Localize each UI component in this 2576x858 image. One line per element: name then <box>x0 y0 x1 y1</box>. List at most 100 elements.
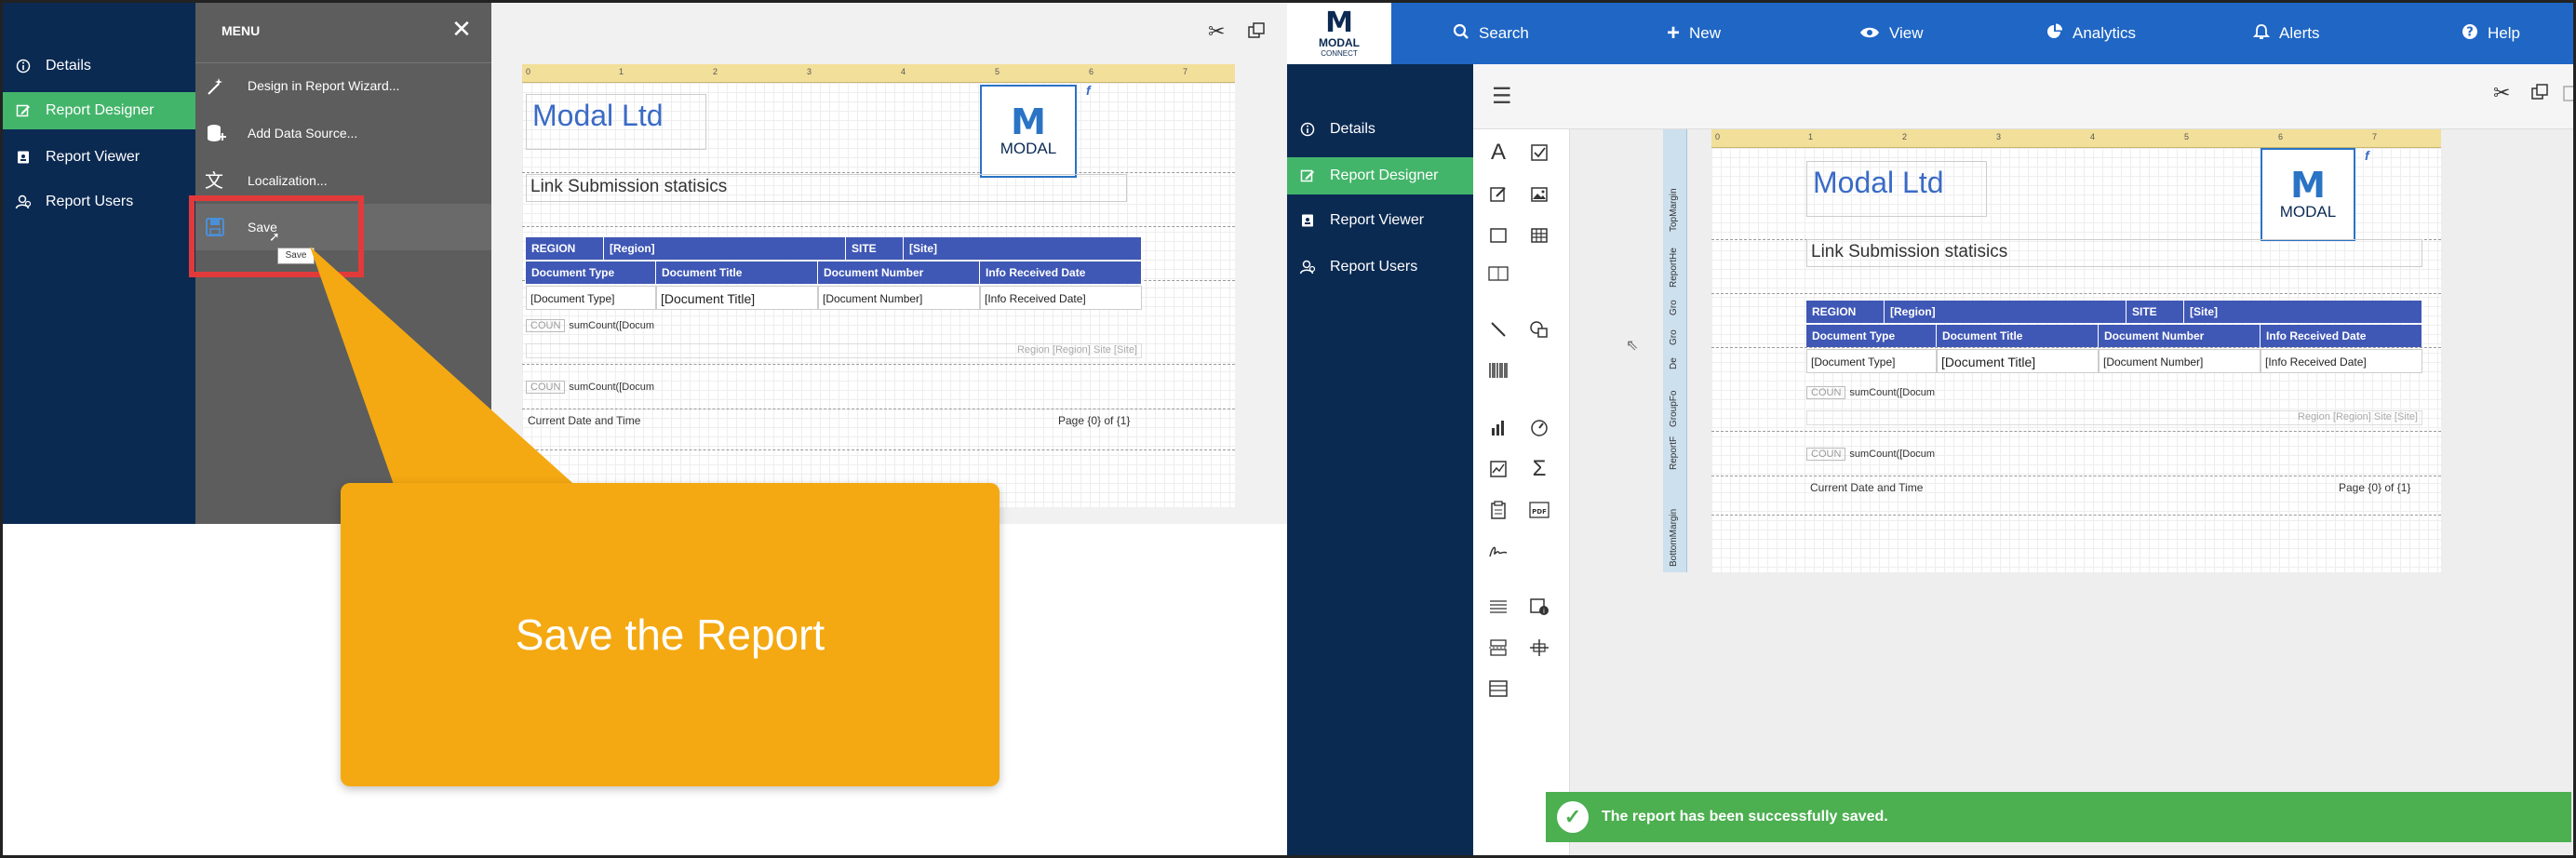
report-icon <box>14 148 33 167</box>
pdf-tool-icon[interactable]: PDF <box>1525 496 1553 524</box>
column-header-row[interactable]: Document Type Document Title Document Nu… <box>526 261 1142 284</box>
report-logo[interactable]: M MODAL <box>2261 148 2355 241</box>
panel-tool-icon[interactable] <box>1484 221 1512 249</box>
edit-icon <box>14 101 33 120</box>
cross-band-box-tool-icon[interactable] <box>1484 675 1512 703</box>
screenshot-root: Details Report Designer Report Viewer Re… <box>0 0 2576 858</box>
report-logo[interactable]: M MODAL <box>980 85 1077 178</box>
nav-alerts[interactable]: Alerts <box>2252 3 2320 64</box>
menu-item-add-data-source[interactable]: Add Data Source... <box>195 110 491 156</box>
sidebar-item-report-designer[interactable]: Report Designer <box>1287 157 1473 194</box>
report-subtitle[interactable]: Link Submission statisics <box>1806 239 2422 267</box>
table-tool-icon[interactable] <box>1525 221 1553 249</box>
sidebar-item-report-viewer[interactable]: Report Viewer <box>3 139 195 176</box>
copy-icon[interactable] <box>1247 21 1266 45</box>
column-header-row[interactable]: Document Type Document Title Document Nu… <box>1806 325 2422 347</box>
shape-tool-icon[interactable] <box>1525 315 1553 343</box>
success-toast[interactable]: ✓ The report has been successfully saved… <box>1546 792 2571 842</box>
group-footer[interactable]: Region [Region] Site [Site] <box>526 343 1142 358</box>
app-logo[interactable]: M MODAL CONNECT <box>1287 3 1391 64</box>
function-icon[interactable]: f <box>2365 148 2369 163</box>
subreport-tool-icon[interactable] <box>1484 496 1512 524</box>
band-name[interactable]: De <box>1669 357 1679 369</box>
signature-tool-icon[interactable] <box>1484 537 1512 565</box>
group-header-row[interactable]: REGION [Region] SITE [Site] <box>526 237 1142 260</box>
nav-view[interactable]: View <box>1859 3 1924 64</box>
line-tool-icon[interactable] <box>1484 315 1512 343</box>
sidebar-item-label: Report Designer <box>1330 168 1439 183</box>
page-info-tool-icon[interactable]: i <box>1525 593 1553 621</box>
checkbox-tool-icon[interactable] <box>1525 139 1553 167</box>
band-name[interactable]: ReportF <box>1669 436 1679 470</box>
canvas-toolbar: ✂ <box>1208 20 1282 47</box>
plus-icon: + <box>1667 20 1681 46</box>
nav-label: Alerts <box>2279 24 2320 42</box>
cross-band-line-tool-icon[interactable] <box>1525 634 1553 662</box>
region-value: [Region] <box>1885 301 2127 323</box>
barcode-tool-icon[interactable] <box>1484 356 1512 384</box>
column-header: Document Number <box>2099 325 2261 347</box>
nav-search[interactable]: Search <box>1453 3 1529 64</box>
report-subtitle[interactable]: Link Submission statisics <box>526 174 1127 202</box>
nav-new[interactable]: + New <box>1667 3 1721 64</box>
report-surface-right[interactable]: 0 1 2 3 4 5 6 7 Modal Ltd M MODAL f Link… <box>1711 129 2441 572</box>
nav-help[interactable]: ? Help <box>2462 3 2520 64</box>
paste-icon[interactable] <box>2562 83 2573 106</box>
sidebar-item-details[interactable]: Details <box>3 47 195 85</box>
sidebar-item-report-users[interactable]: Report Users <box>1287 248 1473 286</box>
gauge-tool-icon[interactable] <box>1525 414 1553 442</box>
band-separator <box>1711 515 2441 516</box>
summary-tool-icon[interactable]: Σ <box>1525 455 1553 483</box>
band-separator <box>1711 347 2441 348</box>
ruler-tick: 4 <box>901 67 906 76</box>
ruler-tick: 4 <box>2090 132 2096 141</box>
close-icon[interactable]: ✕ <box>450 17 473 41</box>
logo-mark: M <box>2290 165 2326 206</box>
function-icon[interactable]: f <box>1086 83 1091 98</box>
detail-row[interactable]: [Document Type] [Document Title] [Docume… <box>1806 349 2422 373</box>
footer-date[interactable]: Current Date and Time <box>1810 481 1923 494</box>
group-header-row[interactable]: REGION [Region] SITE [Site] <box>1806 301 2422 323</box>
hamburger-icon[interactable]: ☰ <box>1492 83 1512 110</box>
chart-tool-icon[interactable] <box>1484 414 1512 442</box>
band-name[interactable]: ReportHe <box>1669 248 1679 288</box>
sparkline-tool-icon[interactable] <box>1484 455 1512 483</box>
menu-item-report-wizard[interactable]: Design in Report Wizard... <box>195 62 491 109</box>
sidebar-item-report-users[interactable]: Report Users <box>3 183 195 221</box>
band-name[interactable]: GroupFo <box>1669 391 1679 427</box>
cut-icon[interactable]: ✂ <box>1208 20 1225 44</box>
label-tool-icon[interactable]: A <box>1484 139 1512 167</box>
report-title[interactable]: Modal Ltd <box>1806 161 1987 217</box>
report-footer-count[interactable]: COUN sumCount([Docum <box>1806 448 1935 461</box>
page-break-tool-icon[interactable] <box>1484 634 1512 662</box>
group-count[interactable]: COUN sumCount([Docum <box>1806 386 1935 399</box>
sidebar-item-report-viewer[interactable]: Report Viewer <box>1287 202 1473 239</box>
detail-cell: [Document Type] <box>1806 349 1937 373</box>
toc-tool-icon[interactable] <box>1484 593 1512 621</box>
report-surface-left[interactable]: 0 1 2 3 4 5 6 7 Modal Ltd M MODAL f Link… <box>522 64 1235 507</box>
cursor-icon: ➚ <box>269 229 280 244</box>
group-footer[interactable]: Region [Region] Site [Site] <box>1806 410 2422 425</box>
svg-text:i: i <box>1543 608 1545 615</box>
detail-row[interactable]: [Document Type] [Document Title] [Docume… <box>526 286 1142 310</box>
menu-title: MENU <box>221 23 261 38</box>
character-comb-tool-icon[interactable] <box>1484 260 1512 288</box>
site-label: SITE <box>846 237 904 260</box>
richtext-tool-icon[interactable] <box>1484 181 1512 208</box>
sidebar-item-label: Report Users <box>46 194 134 209</box>
horizontal-ruler: 0 1 2 3 4 5 6 7 <box>522 64 1235 83</box>
copy-icon[interactable] <box>2530 83 2549 106</box>
band-name[interactable]: BottomMargin <box>1669 509 1679 567</box>
picture-tool-icon[interactable] <box>1525 181 1553 208</box>
footer-page[interactable]: Page {0} of {1} <box>1058 414 1130 427</box>
nav-analytics[interactable]: Analytics <box>2046 3 2136 64</box>
sidebar-item-report-designer[interactable]: Report Designer <box>3 92 195 129</box>
band-name[interactable]: Gro <box>1669 329 1679 345</box>
band-name[interactable]: TopMargin <box>1669 188 1679 232</box>
sidebar-item-details[interactable]: Details <box>1287 111 1473 148</box>
band-name[interactable]: Gro <box>1669 300 1679 315</box>
footer-page[interactable]: Page {0} of {1} <box>2339 481 2410 494</box>
right-sidebar: Details Report Designer Report Viewer Re… <box>1287 64 1473 855</box>
cut-icon[interactable]: ✂ <box>2493 81 2510 105</box>
report-title[interactable]: Modal Ltd <box>526 94 706 150</box>
